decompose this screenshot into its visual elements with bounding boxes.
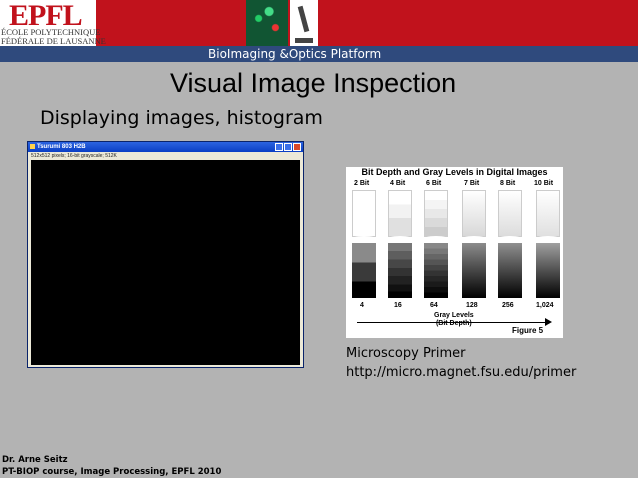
- gray-step-column: [498, 190, 522, 298]
- window-title: Tsurumi 803 H2B: [37, 144, 86, 150]
- gray-step-column: [462, 190, 486, 298]
- footer-author: Dr. Arne Seitz: [2, 455, 68, 465]
- header-bar: EPFL ÉCOLE POLYTECHNIQUE FÉDÉRALE DE LAU…: [0, 0, 638, 46]
- bit-label: 4 Bit: [390, 180, 406, 187]
- footer: Dr. Arne Seitz PT-BIOP course, Image Pro…: [2, 454, 221, 478]
- logo-line-2: FÉDÉRALE DE LAUSANNE: [1, 36, 106, 46]
- bit-label: 2 Bit: [354, 180, 370, 187]
- level-label: 64: [430, 302, 438, 309]
- image-info: 512x512 pixels; 16-bit grayscale; 512K: [31, 153, 117, 159]
- arrow-right-icon: [545, 318, 552, 326]
- image-window[interactable]: Tsurumi 803 H2B 512x512 pixels; 16-bit g…: [27, 141, 304, 368]
- axis-label-line-2: (Bit Depth): [435, 320, 472, 327]
- bit-depth-figure: Bit Depth and Gray Levels in Digital Ima…: [346, 167, 563, 338]
- epfl-logo: EPFL ÉCOLE POLYTECHNIQUE FÉDÉRALE DE LAU…: [0, 0, 106, 46]
- close-icon[interactable]: [293, 143, 301, 151]
- source-credit: Microscopy Primer http://micro.magnet.fs…: [346, 344, 576, 382]
- gray-step-column: [536, 190, 560, 298]
- gray-step-column: [424, 190, 448, 298]
- window-titlebar[interactable]: Tsurumi 803 H2B: [28, 142, 303, 152]
- level-label: 256: [502, 302, 514, 309]
- slide-subtitle: Displaying images, histogram: [40, 107, 323, 129]
- app-icon: [30, 144, 35, 149]
- maximize-icon[interactable]: [284, 143, 292, 151]
- level-label: 1,024: [536, 302, 554, 309]
- axis-label-line-1: Gray Levels: [434, 312, 474, 319]
- figure-title: Bit Depth and Gray Levels in Digital Ima…: [361, 167, 548, 177]
- gray-step-column: [352, 190, 376, 298]
- footer-course: PT-BIOP course, Image Processing, EPFL 2…: [2, 467, 222, 477]
- minimize-icon[interactable]: [275, 143, 283, 151]
- bit-label: 10 Bit: [534, 180, 554, 187]
- bit-label: 6 Bit: [426, 180, 442, 187]
- credit-title: Microscopy Primer: [346, 346, 466, 361]
- axis-label: Gray Levels (Bit Depth): [434, 312, 474, 328]
- figure-caption: Figure 5: [512, 326, 544, 335]
- level-label: 4: [360, 302, 364, 309]
- microscope-icon: [290, 0, 318, 46]
- platform-title: BioImaging &Optics Platform: [208, 47, 382, 61]
- bit-label: 8 Bit: [500, 180, 516, 187]
- cells-thumbnail-image: [246, 0, 288, 46]
- credit-url[interactable]: http://micro.magnet.fsu.edu/primer: [346, 363, 576, 382]
- level-label: 16: [394, 302, 402, 309]
- level-label: 128: [466, 302, 478, 309]
- image-canvas[interactable]: [31, 160, 300, 365]
- bit-label: 7 Bit: [464, 180, 480, 187]
- gray-step-column: [388, 190, 412, 298]
- nav-bar: BioImaging &Optics Platform: [0, 46, 638, 62]
- slide-title: Visual Image Inspection: [170, 68, 457, 98]
